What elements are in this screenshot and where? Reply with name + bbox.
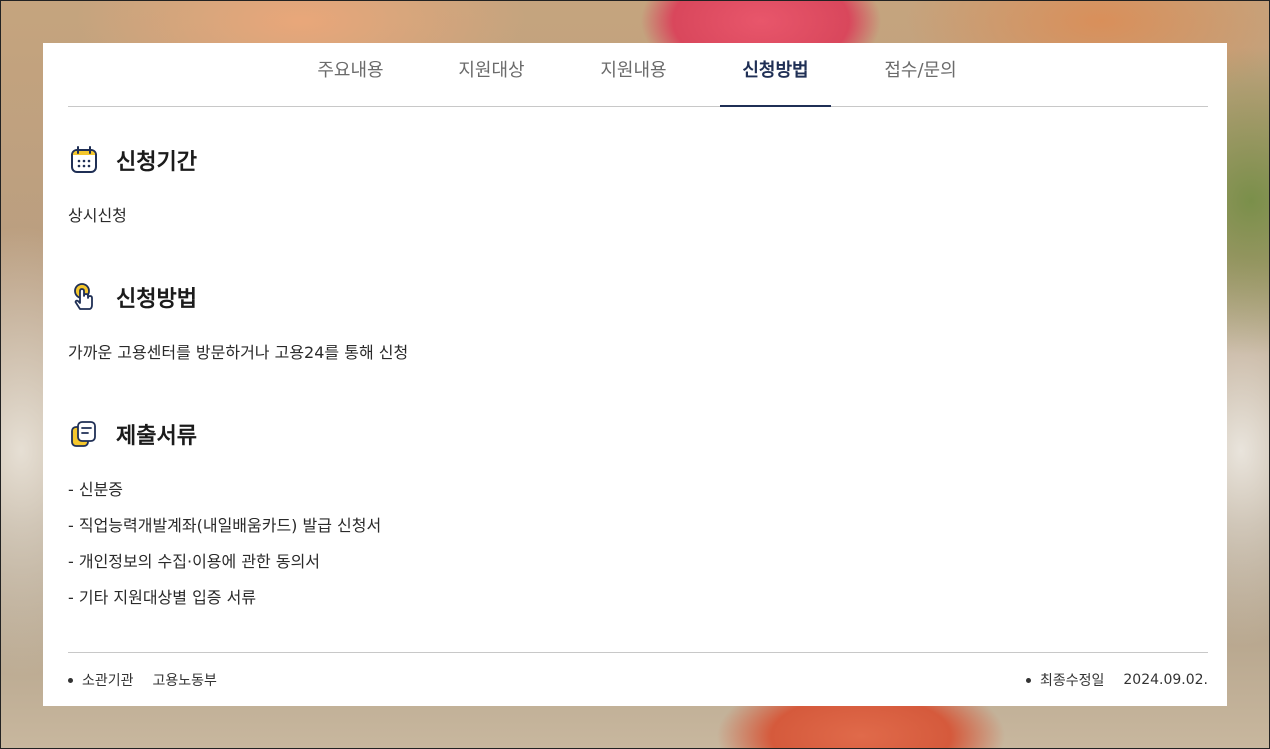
tab-contact[interactable]: 접수/문의 bbox=[858, 43, 983, 107]
document-item: - 개인정보의 수집·이용에 관한 동의서 bbox=[68, 552, 321, 571]
section-period-text: 상시신청 bbox=[68, 206, 127, 225]
section-method-text: 가까운 고용센터를 방문하거나 고용24를 통해 신청 bbox=[68, 343, 409, 362]
calendar-icon bbox=[71, 146, 97, 173]
content-card: 주요내용 지원대상 지원내용 신청방법 접수/문의 신청기간 상시신청 신청방법… bbox=[43, 43, 1227, 706]
footer-agency: 소관기관 고용노동부 bbox=[68, 670, 217, 690]
section-method-heading: 신청방법 bbox=[68, 281, 197, 313]
section-period-title: 신청기간 bbox=[116, 150, 197, 175]
bullet-dot bbox=[1025, 677, 1031, 683]
pointer-hand-icon bbox=[74, 283, 93, 310]
updated-label: 최종수정일 bbox=[1039, 673, 1105, 689]
tab-eligibility[interactable]: 지원대상 bbox=[434, 43, 549, 107]
document-item: - 신분증 bbox=[68, 480, 124, 499]
agency-value: 고용노동부 bbox=[152, 673, 217, 689]
section-documents-title: 제출서류 bbox=[116, 424, 197, 449]
section-method-title: 신청방법 bbox=[116, 287, 197, 312]
updated-value: 2024.09.02. bbox=[1123, 672, 1208, 688]
agency-label: 소관기관 bbox=[82, 673, 134, 689]
tab-application-method[interactable]: 신청방법 bbox=[720, 43, 831, 107]
footer-divider bbox=[68, 652, 1208, 653]
documents-icon bbox=[71, 421, 96, 447]
section-period-heading: 신청기간 bbox=[68, 144, 197, 176]
bullet-dot bbox=[68, 677, 73, 683]
document-item: - 직업능력개발계좌(내일배움카드) 발급 신청서 bbox=[68, 516, 382, 535]
tab-bar: 주요내용 지원대상 지원내용 신청방법 접수/문의 bbox=[68, 43, 1208, 107]
tab-support-details[interactable]: 지원내용 bbox=[576, 43, 691, 107]
document-item: - 기타 지원대상별 입증 서류 bbox=[68, 588, 257, 607]
footer-updated: 최종수정일 2024.09.02. bbox=[1025, 670, 1208, 690]
tab-main-content[interactable]: 주요내용 bbox=[293, 43, 408, 107]
section-documents-heading: 제출서류 bbox=[68, 418, 197, 450]
